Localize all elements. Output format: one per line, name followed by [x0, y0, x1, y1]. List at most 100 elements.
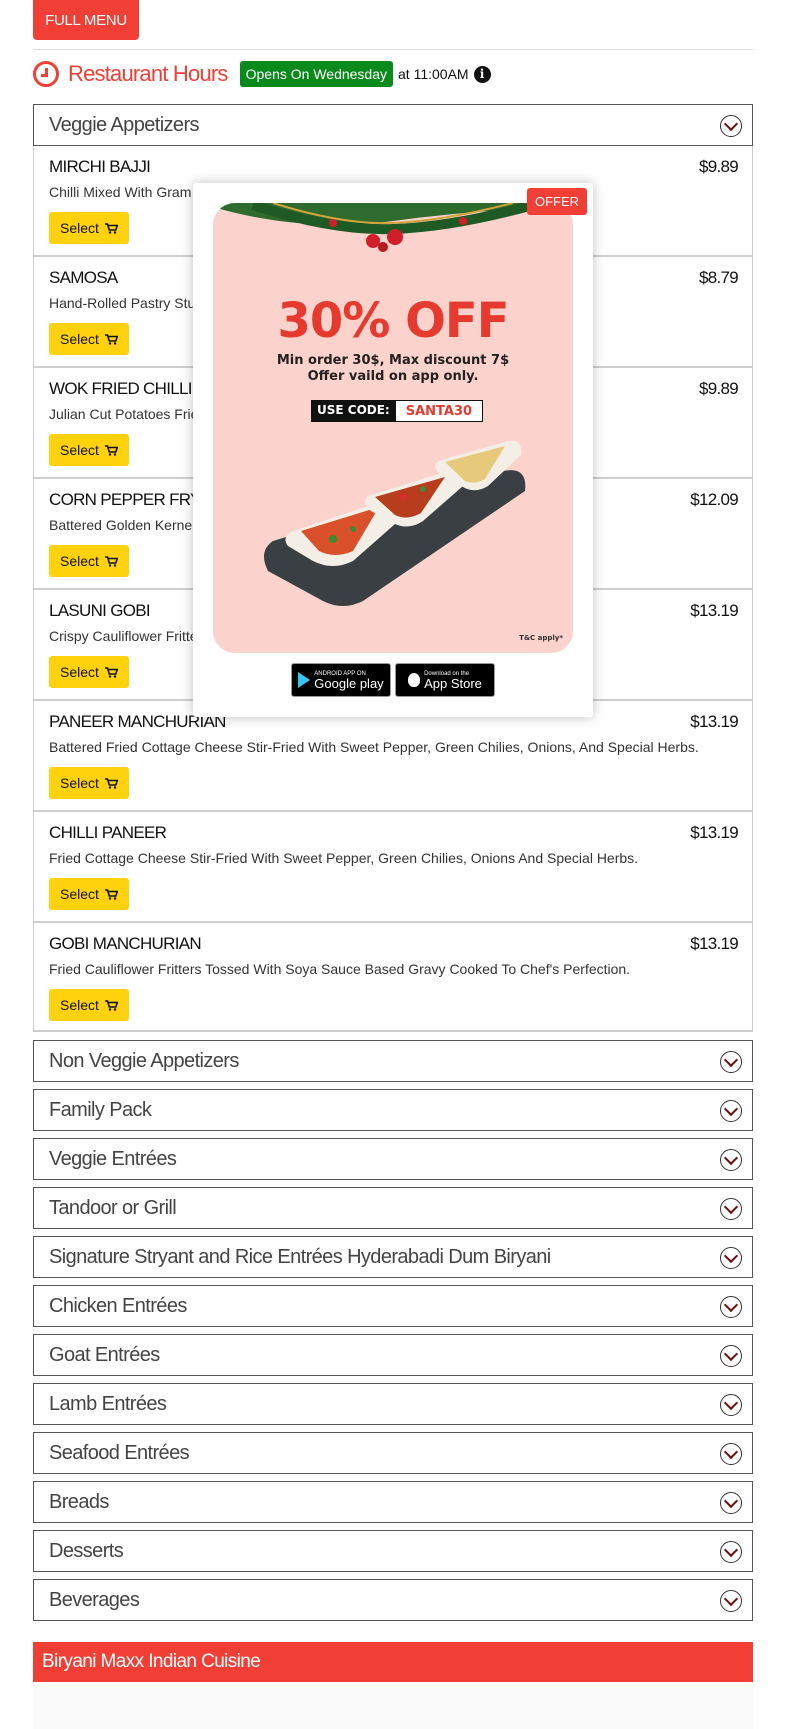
- category-header[interactable]: Desserts: [33, 1530, 753, 1572]
- cart-icon: [104, 333, 118, 345]
- chevron-down-icon[interactable]: [720, 1198, 742, 1220]
- category-title: Beverages: [49, 1588, 140, 1611]
- chevron-down-icon[interactable]: [720, 1492, 742, 1514]
- offer-poster[interactable]: 30% OFF Min order 30$, Max discount 7$ O…: [213, 203, 573, 653]
- category-title: Breads: [49, 1490, 109, 1513]
- chevron-up-icon[interactable]: [720, 115, 742, 137]
- item-price: $13.19: [690, 601, 738, 620]
- item-description: Fried Cottage Cheese Stir-Fried With Swe…: [49, 850, 639, 866]
- cart-icon: [104, 444, 118, 456]
- item-name: CORN PEPPER FRY: [49, 490, 201, 509]
- restaurant-hours: Restaurant Hours Opens On Wednesday at 1…: [33, 58, 491, 90]
- chevron-down-icon[interactable]: [720, 1443, 742, 1465]
- chevron-down-icon[interactable]: [720, 1345, 742, 1367]
- category-title: Signature Stryant and Rice Entrées Hyder…: [49, 1245, 551, 1268]
- full-menu-button[interactable]: FULL MENU: [33, 0, 139, 40]
- category-title: Non Veggie Appetizers: [49, 1049, 239, 1072]
- item-description: Fried Cauliflower Fritters Tossed With S…: [49, 961, 631, 977]
- cart-icon: [104, 555, 118, 567]
- item-name: CHILLI PANEER: [49, 823, 167, 842]
- google-play-button[interactable]: ANDROID APP ON Google play: [291, 663, 391, 697]
- item-description: Julian Cut Potatoes Frie: [49, 406, 199, 422]
- select-button[interactable]: Select: [49, 323, 129, 355]
- hours-title: Restaurant Hours: [68, 61, 228, 86]
- category-header[interactable]: Lamb Entrées: [33, 1383, 753, 1425]
- category-title: Veggie Entrées: [49, 1147, 177, 1170]
- category-header[interactable]: Beverages: [33, 1579, 753, 1621]
- chevron-down-icon[interactable]: [720, 1051, 742, 1073]
- promo-code-value: SANTA30: [395, 400, 484, 422]
- chevron-down-icon[interactable]: [720, 1590, 742, 1612]
- select-label: Select: [60, 886, 99, 902]
- opening-time: at 11:00AM: [398, 66, 469, 82]
- footer-panel: [33, 1682, 753, 1729]
- category-header[interactable]: Seafood Entrées: [33, 1432, 753, 1474]
- select-button[interactable]: Select: [49, 545, 129, 577]
- category-title: Goat Entrées: [49, 1343, 160, 1366]
- item-name: LASUNI GOBI: [49, 601, 151, 620]
- item-price: $9.89: [698, 157, 739, 176]
- chevron-down-icon[interactable]: [720, 1296, 742, 1318]
- divider: [33, 49, 753, 50]
- category-header[interactable]: Chicken Entrées: [33, 1285, 753, 1327]
- category-header[interactable]: Tandoor or Grill: [33, 1187, 753, 1229]
- item-price: $8.79: [698, 268, 739, 287]
- chevron-down-icon[interactable]: [720, 1247, 742, 1269]
- category-header[interactable]: Family Pack: [33, 1089, 753, 1131]
- clock-icon: [33, 61, 59, 87]
- chevron-down-icon[interactable]: [720, 1394, 742, 1416]
- category-title: Seafood Entrées: [49, 1441, 190, 1464]
- item-description: Crispy Cauliflower Fritte: [49, 628, 198, 644]
- promo-code: USE CODE: SANTA30: [311, 400, 484, 422]
- item-description: Battered Fried Cottage Cheese Stir-Fried…: [49, 739, 699, 755]
- item-price: $13.19: [690, 712, 738, 731]
- category-title: Veggie Appetizers: [49, 113, 200, 136]
- category-title: Family Pack: [49, 1098, 152, 1121]
- christmas-garland-icon: [213, 203, 573, 252]
- select-button[interactable]: Select: [49, 989, 129, 1021]
- item-name: SAMOSA: [49, 268, 118, 287]
- select-label: Select: [60, 775, 99, 791]
- item-description: Battered Golden Kernel: [49, 517, 196, 533]
- select-button[interactable]: Select: [49, 656, 129, 688]
- chevron-down-icon[interactable]: [720, 1541, 742, 1563]
- terms-note: T&C apply*: [519, 634, 563, 642]
- app-store-buttons: ANDROID APP ON Google play Download on th…: [291, 663, 495, 697]
- category-header-veggie-appetizers[interactable]: Veggie Appetizers: [33, 104, 753, 146]
- item-price: $13.19: [690, 934, 738, 953]
- select-button[interactable]: Select: [49, 767, 129, 799]
- chevron-down-icon[interactable]: [720, 1149, 742, 1171]
- promo-code-label: USE CODE:: [311, 400, 396, 422]
- chevron-down-icon[interactable]: [720, 1100, 742, 1122]
- app-store-button[interactable]: Download on the App Store: [395, 663, 495, 697]
- apple-icon: [408, 673, 421, 687]
- category-header[interactable]: Goat Entrées: [33, 1334, 753, 1376]
- category-title: Lamb Entrées: [49, 1392, 167, 1415]
- google-play-icon: [298, 672, 311, 688]
- item-price: $9.89: [698, 379, 739, 398]
- offer-terms: Min order 30$, Max discount 7$ Offer vai…: [213, 353, 573, 385]
- select-button[interactable]: Select: [49, 212, 129, 244]
- cart-icon: [104, 999, 118, 1011]
- info-icon[interactable]: i: [473, 65, 491, 83]
- category-title: Tandoor or Grill: [49, 1196, 177, 1219]
- item-price: $13.19: [690, 823, 738, 842]
- menu-item: GOBI MANCHURIAN $13.19 Fried Cauliflower…: [34, 923, 752, 1034]
- select-label: Select: [60, 553, 99, 569]
- category-header[interactable]: Signature Stryant and Rice Entrées Hyder…: [33, 1236, 753, 1278]
- select-button[interactable]: Select: [49, 878, 129, 910]
- category-header[interactable]: Non Veggie Appetizers: [33, 1040, 753, 1082]
- offer-line-1: Min order 30$, Max discount 7$: [276, 353, 510, 368]
- category-header[interactable]: Breads: [33, 1481, 753, 1523]
- footer-restaurant-name: Biryani Maxx Indian Cuisine: [33, 1642, 753, 1682]
- offer-tag[interactable]: OFFER: [527, 188, 587, 215]
- google-play-label: Google play: [314, 675, 384, 691]
- cart-icon: [104, 777, 118, 789]
- category-header[interactable]: Veggie Entrées: [33, 1138, 753, 1180]
- item-name: GOBI MANCHURIAN: [49, 934, 202, 953]
- category-title: Desserts: [49, 1539, 124, 1562]
- item-price: $12.09: [690, 490, 738, 509]
- select-label: Select: [60, 220, 99, 236]
- select-button[interactable]: Select: [49, 434, 129, 466]
- item-description: Chilli Mixed With Gram: [49, 184, 192, 200]
